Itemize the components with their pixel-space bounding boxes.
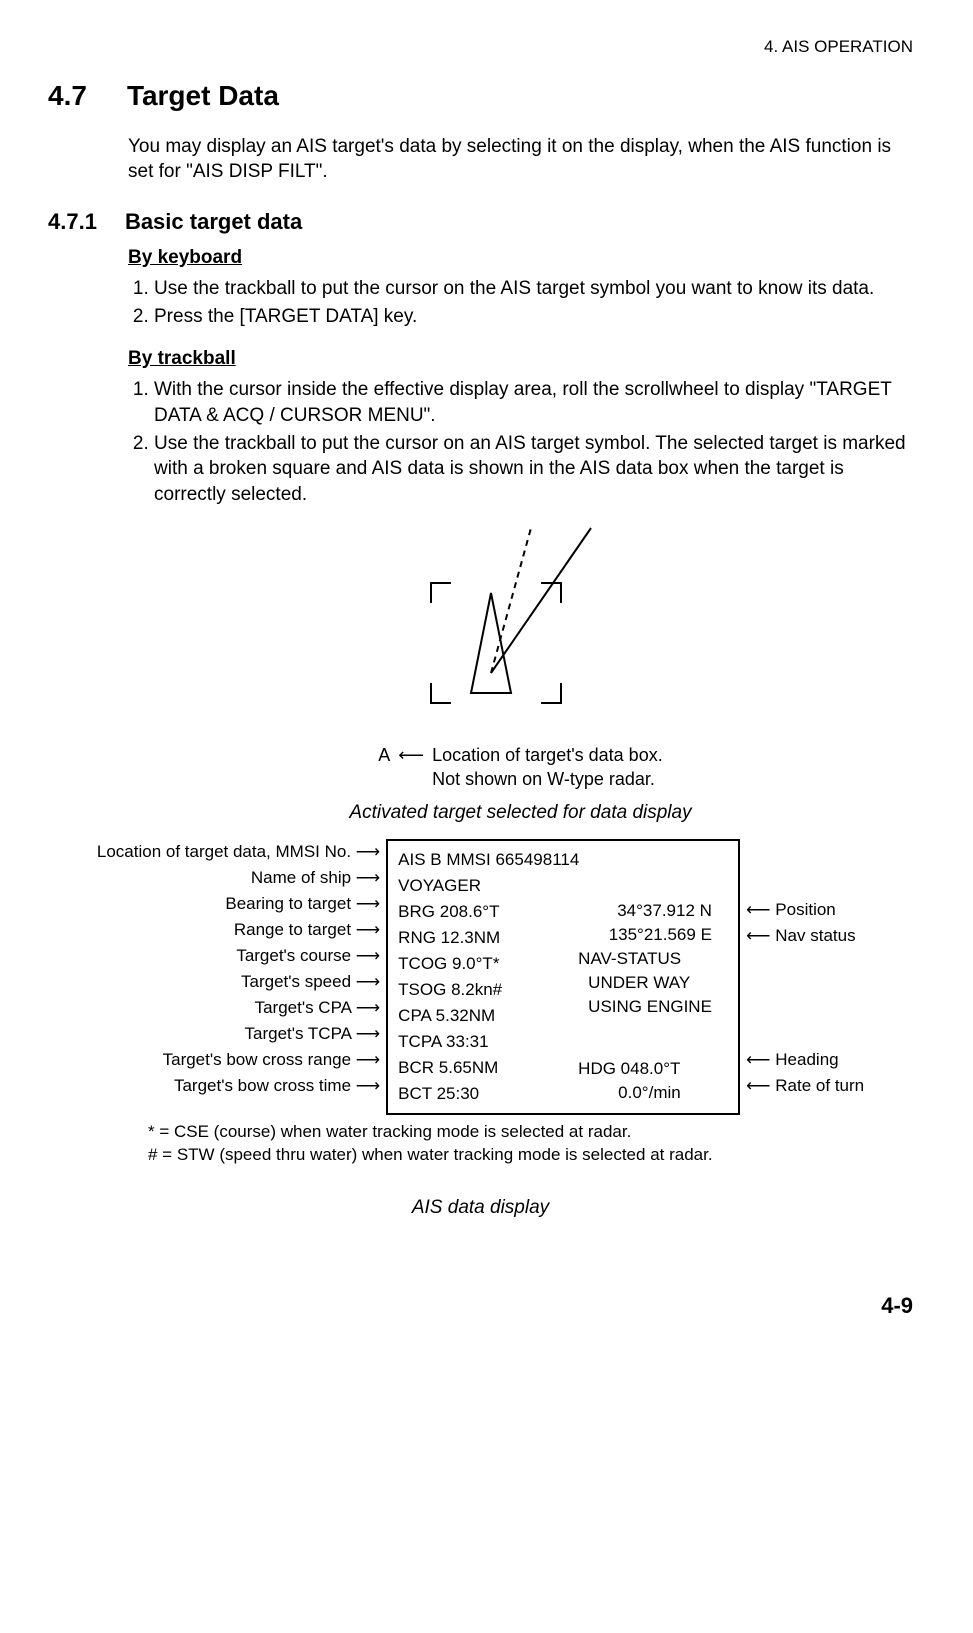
list-item: Press the [TARGET DATA] key. [154, 304, 913, 330]
callouts-left: Location of target data, MMSI No. Name o… [97, 839, 380, 1099]
section-heading: 4.7 Target Data [48, 77, 913, 115]
data-ais-mmsi: AIS B MMSI 665498114 [398, 847, 728, 873]
figure-caption-line1: Location of target's data box. [432, 745, 663, 765]
callouts-right: Position Nav status Heading Rate of turn [746, 839, 864, 1099]
list-item: Use the trackball to put the cursor on a… [154, 431, 913, 508]
callout-left: Name of ship [97, 865, 380, 891]
footnote-cse: * = CSE (course) when water tracking mod… [148, 1121, 913, 1144]
callout-left: Target's TCPA [97, 1021, 380, 1047]
page-number: 4-9 [48, 1291, 913, 1321]
callout-left: Bearing to target [97, 891, 380, 917]
callout-position: Position [746, 897, 864, 923]
data-navstatus-1: UNDER WAY [578, 971, 712, 995]
data-ship-name: VOYAGER [398, 873, 728, 899]
data-tcpa: TCPA 33:31 [398, 1029, 728, 1055]
data-navstatus-2: USING ENGINE [578, 995, 712, 1019]
subsection-number: 4.7.1 [48, 207, 97, 237]
list-item: With the cursor inside the effective dis… [154, 377, 913, 428]
data-lon: 135°21.569 E [578, 923, 712, 947]
data-navstatus-label: NAV-STATUS [578, 947, 712, 971]
data-right-top: 34°37.912 N 135°21.569 E NAV-STATUS UNDE… [578, 899, 712, 1019]
data-right-bottom: HDG 048.0°T 0.0°/min [578, 1057, 681, 1105]
callout-left: Range to target [97, 917, 380, 943]
callout-heading: Heading [746, 1047, 864, 1073]
callout-left: Target's course [97, 943, 380, 969]
running-header: 4. AIS OPERATION [48, 36, 913, 59]
figure1-title: Activated target selected for data displ… [128, 800, 913, 826]
footnote-stw: # = STW (speed thru water) when water tr… [148, 1144, 913, 1167]
subsection-title: Basic target data [125, 207, 302, 237]
callout-navstatus: Nav status [746, 923, 864, 949]
figure-footnotes: * = CSE (course) when water tracking mod… [148, 1121, 913, 1167]
section-title: Target Data [127, 77, 279, 115]
callout-left: Target's bow cross range [97, 1047, 380, 1073]
arrow-left-icon: ⟵ [398, 743, 424, 767]
by-keyboard-heading: By keyboard [128, 245, 913, 271]
figure-activated-target: A ⟵ Location of target's data box. Not s… [128, 523, 913, 791]
by-keyboard-steps: Use the trackball to put the cursor on t… [128, 276, 913, 329]
by-trackball-steps: With the cursor inside the effective dis… [128, 377, 913, 507]
data-lat: 34°37.912 N [578, 899, 712, 923]
figure-caption-line2: Not shown on W-type radar. [432, 769, 655, 789]
callout-rot: Rate of turn [746, 1073, 864, 1099]
list-item: Use the trackball to put the cursor on t… [154, 276, 913, 302]
figure2-title: AIS data display [48, 1195, 913, 1221]
callout-left: Location of target data, MMSI No. [97, 839, 380, 865]
data-rot: 0.0°/min [578, 1081, 681, 1105]
callout-left: Target's bow cross time [97, 1073, 380, 1099]
section-intro: You may display an AIS target's data by … [128, 134, 913, 185]
figure-ais-data-display: Location of target data, MMSI No. Name o… [48, 839, 913, 1115]
section-number: 4.7 [48, 77, 87, 115]
callout-left: Target's speed [97, 969, 380, 995]
data-hdg: HDG 048.0°T [578, 1057, 681, 1081]
callout-left: Target's CPA [97, 995, 380, 1021]
figure-marker-a: A [378, 743, 390, 767]
by-trackball-heading: By trackball [128, 346, 913, 372]
subsection-heading: 4.7.1 Basic target data [48, 207, 913, 237]
ais-data-box: AIS B MMSI 665498114 VOYAGER BRG 208.6°T… [386, 839, 740, 1115]
